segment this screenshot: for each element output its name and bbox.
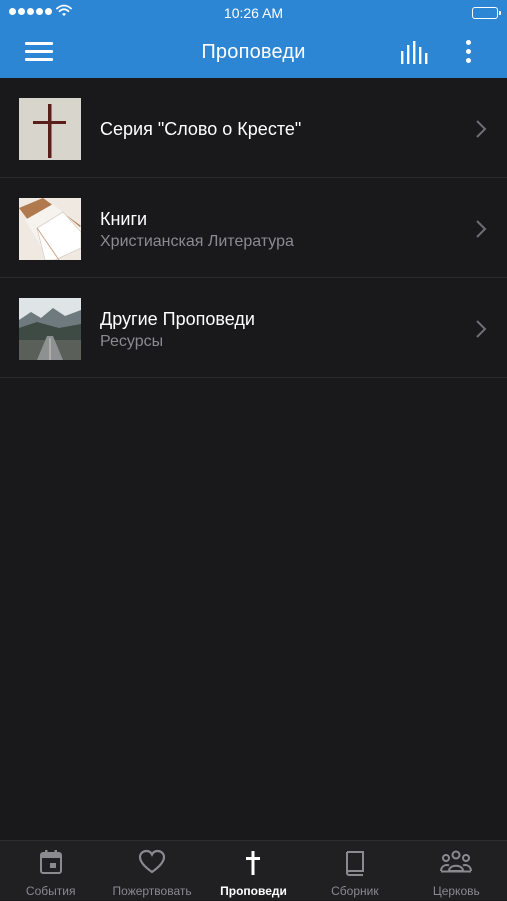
tab-donate[interactable]: Пожертвовать [101, 841, 202, 901]
list-item-title: Серия "Слово о Кресте" [100, 119, 302, 139]
chevron-right-icon [476, 320, 487, 338]
status-bar: 10:26 AM [0, 0, 507, 26]
page-title: Проповеди [201, 41, 306, 63]
battery-icon [472, 7, 501, 19]
heart-icon [138, 849, 166, 874]
road-thumbnail [19, 298, 81, 360]
books-thumbnail [19, 198, 81, 260]
calendar-icon [39, 850, 62, 874]
tab-sermons[interactable]: Проповеди [203, 841, 304, 901]
cross-thumbnail [19, 98, 81, 160]
chevron-right-icon [476, 120, 487, 138]
tab-label: События [25, 884, 76, 898]
tab-label: Пожертвовать [112, 884, 192, 898]
tab-label: Проповеди [220, 884, 287, 898]
tab-bar: События Пожертвовать Проповеди Сборник Ц… [0, 840, 507, 900]
tab-events[interactable]: События [0, 841, 101, 901]
tab-church[interactable]: Церковь [406, 841, 507, 901]
list-item-word-of-cross[interactable]: Серия "Слово о Кресте" [0, 78, 507, 178]
cross-icon [246, 851, 261, 875]
tab-label: Сборник [331, 884, 379, 898]
more-options-icon[interactable] [463, 40, 473, 66]
book-icon [345, 851, 364, 876]
list-item-title: Другие Проповеди [100, 309, 255, 329]
people-icon [440, 850, 473, 873]
status-time: 10:26 AM [223, 5, 284, 21]
app-header: 10:26 AM Проповеди [0, 0, 507, 78]
list-item-subtitle: Ресурсы [100, 333, 164, 350]
list-item-other-sermons[interactable]: Другие Проповеди Ресурсы [0, 278, 507, 378]
list-item-subtitle: Христианская Литература [100, 233, 294, 250]
list-item-books[interactable]: Книги Христианская Литература [0, 178, 507, 278]
chevron-right-icon [476, 220, 487, 238]
tab-label: Церковь [432, 884, 480, 898]
list-item-title: Книги [100, 209, 148, 229]
equalizer-icon[interactable] [400, 41, 430, 65]
tab-collection[interactable]: Сборник [304, 841, 405, 901]
sermon-list: Серия "Слово о Кресте" Книги Христианска… [0, 78, 507, 378]
